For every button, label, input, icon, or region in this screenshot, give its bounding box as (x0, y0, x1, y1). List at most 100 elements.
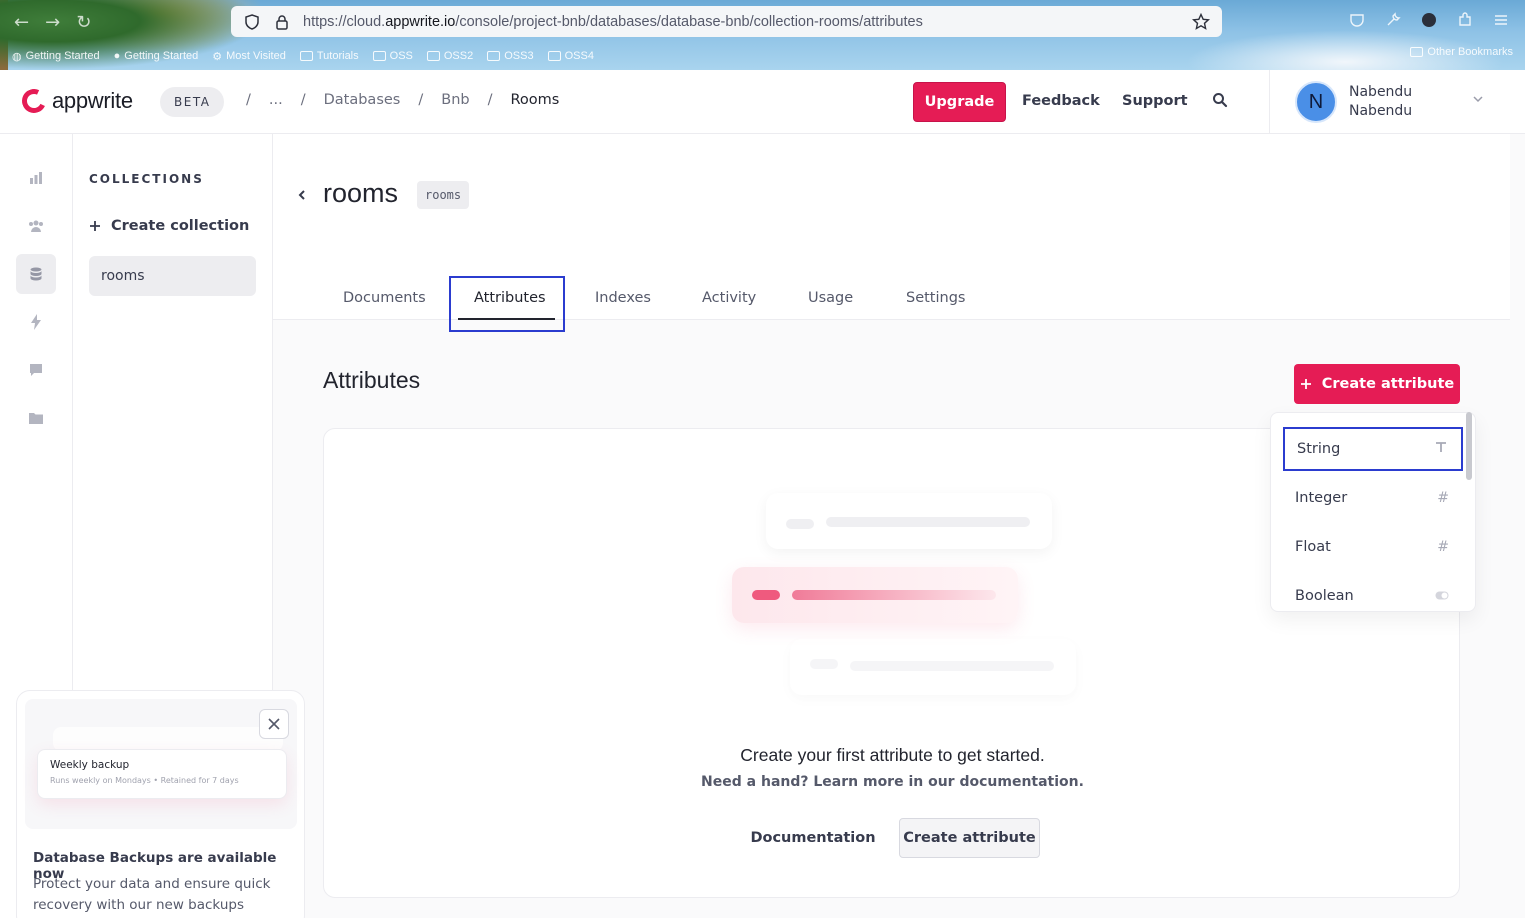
reload-icon[interactable]: ↻ (76, 12, 91, 33)
chart-icon (30, 172, 42, 184)
text-icon (1435, 441, 1447, 457)
url-bar[interactable]: https://cloud.appwrite.io/console/projec… (231, 6, 1222, 37)
shield-icon[interactable] (243, 13, 261, 31)
bookmark-item[interactable]: ⚙ Most Visited (212, 50, 286, 63)
create-attribute-button[interactable]: Create attribute (1294, 364, 1460, 404)
bookmark-folder[interactable]: OSS4 (547, 50, 594, 62)
browser-nav: ← → ↻ (14, 12, 91, 33)
support-button[interactable]: Support (1122, 93, 1188, 109)
bookmark-folder[interactable]: OSS (372, 50, 413, 62)
attribute-type-menu: String Integer # Float # Boolean (1270, 412, 1476, 612)
bookmark-folder[interactable]: Tutorials (299, 50, 359, 62)
illustration-row (790, 639, 1076, 695)
backup-promo-card: Weekly backup Runs weekly on Mondays • R… (16, 690, 305, 918)
tab-settings[interactable]: Settings (906, 290, 965, 306)
sidebar-item-auth[interactable] (16, 206, 56, 246)
menu-icon[interactable] (1493, 12, 1509, 28)
lightning-icon (31, 314, 41, 330)
url-text[interactable]: https://cloud.appwrite.io/console/projec… (303, 14, 1180, 30)
sidebar-item-functions[interactable] (16, 302, 56, 342)
breadcrumb-rooms[interactable]: Rooms (510, 92, 559, 108)
logo-text: appwrite (52, 88, 133, 113)
menu-item-string[interactable]: String (1283, 427, 1463, 471)
users-icon (29, 220, 43, 232)
puzzle-icon[interactable] (1457, 12, 1473, 28)
gear-icon: ⚙ (212, 50, 223, 63)
upgrade-button[interactable]: Upgrade (913, 82, 1006, 122)
user-menu[interactable]: N Nabendu Nabendu (1269, 70, 1510, 134)
illustration-ghost-card (53, 727, 283, 751)
backup-card-title: Weekly backup (50, 759, 130, 771)
folder-icon (372, 51, 386, 61)
user-name-line2: Nabendu (1349, 103, 1413, 119)
tab-activity[interactable]: Activity (702, 290, 756, 306)
appwrite-logo[interactable]: appwrite (18, 85, 133, 117)
illustration-bar (810, 659, 838, 669)
menu-item-boolean[interactable]: Boolean (1283, 574, 1463, 611)
create-attribute-secondary-button[interactable]: Create attribute (899, 818, 1040, 858)
folder-icon (547, 51, 561, 61)
star-icon[interactable] (1192, 12, 1210, 31)
tab-focus-highlight (449, 276, 565, 332)
collections-title: COLLECTIONS (89, 172, 204, 186)
menu-item-label: Integer (1295, 490, 1348, 506)
bookmark-folder[interactable]: OSS2 (426, 50, 473, 62)
create-collection-button[interactable]: Create collection (89, 218, 249, 234)
forward-arrow-icon[interactable]: → (45, 12, 60, 33)
wrench-icon[interactable] (1385, 12, 1401, 28)
folder-icon (426, 51, 440, 61)
menu-item-integer[interactable]: Integer # (1283, 476, 1463, 520)
database-icon (30, 267, 42, 281)
other-bookmarks[interactable]: Other Bookmarks (1410, 46, 1513, 58)
breadcrumb-separator: / (246, 92, 251, 108)
menu-item-label: Float (1295, 539, 1331, 555)
pocket-icon[interactable] (1349, 12, 1365, 28)
close-icon (268, 718, 280, 730)
menu-item-float[interactable]: Float # (1283, 525, 1463, 569)
globe-icon: ◍ (12, 50, 22, 63)
feedback-button[interactable]: Feedback (1022, 93, 1100, 109)
close-promo-button[interactable] (259, 709, 289, 739)
empty-state-heading: Create your first attribute to get start… (740, 745, 1045, 765)
bookmark-folder[interactable]: OSS3 (487, 50, 534, 62)
app-header: appwrite BETA / ... / Databases / Bnb / … (0, 70, 1525, 134)
back-chevron-icon[interactable] (298, 186, 306, 205)
bookmark-item[interactable]: ● Getting Started (114, 50, 199, 62)
menu-item-label: Boolean (1295, 588, 1354, 604)
tab-usage[interactable]: Usage (808, 290, 853, 306)
sidebar-item-overview[interactable] (16, 158, 56, 198)
illustration-bar (752, 590, 780, 600)
bookmark-item[interactable]: ◍ Getting Started (12, 50, 100, 63)
breadcrumb-ellipsis[interactable]: ... (269, 92, 283, 108)
chevron-down-icon[interactable] (1473, 93, 1483, 106)
beta-badge: BETA (160, 87, 225, 117)
avatar[interactable]: N (1295, 81, 1337, 123)
collection-id-badge[interactable]: rooms (417, 181, 470, 209)
folder-icon (487, 51, 501, 61)
tab-documents[interactable]: Documents (343, 290, 426, 306)
sidebar-item-databases[interactable] (16, 254, 56, 294)
documentation-button[interactable]: Documentation (744, 818, 882, 858)
collection-item-rooms[interactable]: rooms (89, 256, 256, 296)
breadcrumb-bnb[interactable]: Bnb (441, 92, 469, 108)
page-title: rooms (323, 178, 399, 208)
toggle-icon (1435, 588, 1449, 604)
tab-indexes[interactable]: Indexes (595, 290, 651, 306)
breadcrumb-separator: / (487, 92, 493, 108)
attributes-title: Attributes (323, 367, 421, 393)
sidebar-item-storage[interactable] (16, 398, 56, 438)
search-icon[interactable] (1212, 92, 1228, 112)
lock-icon[interactable] (273, 13, 291, 31)
menu-scrollbar[interactable] (1466, 412, 1472, 480)
folder-icon (1410, 47, 1424, 57)
breadcrumb-databases[interactable]: Databases (324, 92, 401, 108)
illustration-bar (826, 517, 1030, 527)
browser-extensions (1349, 12, 1509, 28)
create-attribute-label: Create attribute (1321, 376, 1455, 392)
illustration-backup-card: Weekly backup Runs weekly on Mondays • R… (37, 749, 287, 799)
extension-badge-icon[interactable] (1421, 12, 1437, 28)
hash-icon: # (1437, 539, 1449, 555)
illustration-row (766, 493, 1052, 549)
back-arrow-icon[interactable]: ← (14, 12, 29, 33)
sidebar-item-messaging[interactable] (16, 350, 56, 390)
